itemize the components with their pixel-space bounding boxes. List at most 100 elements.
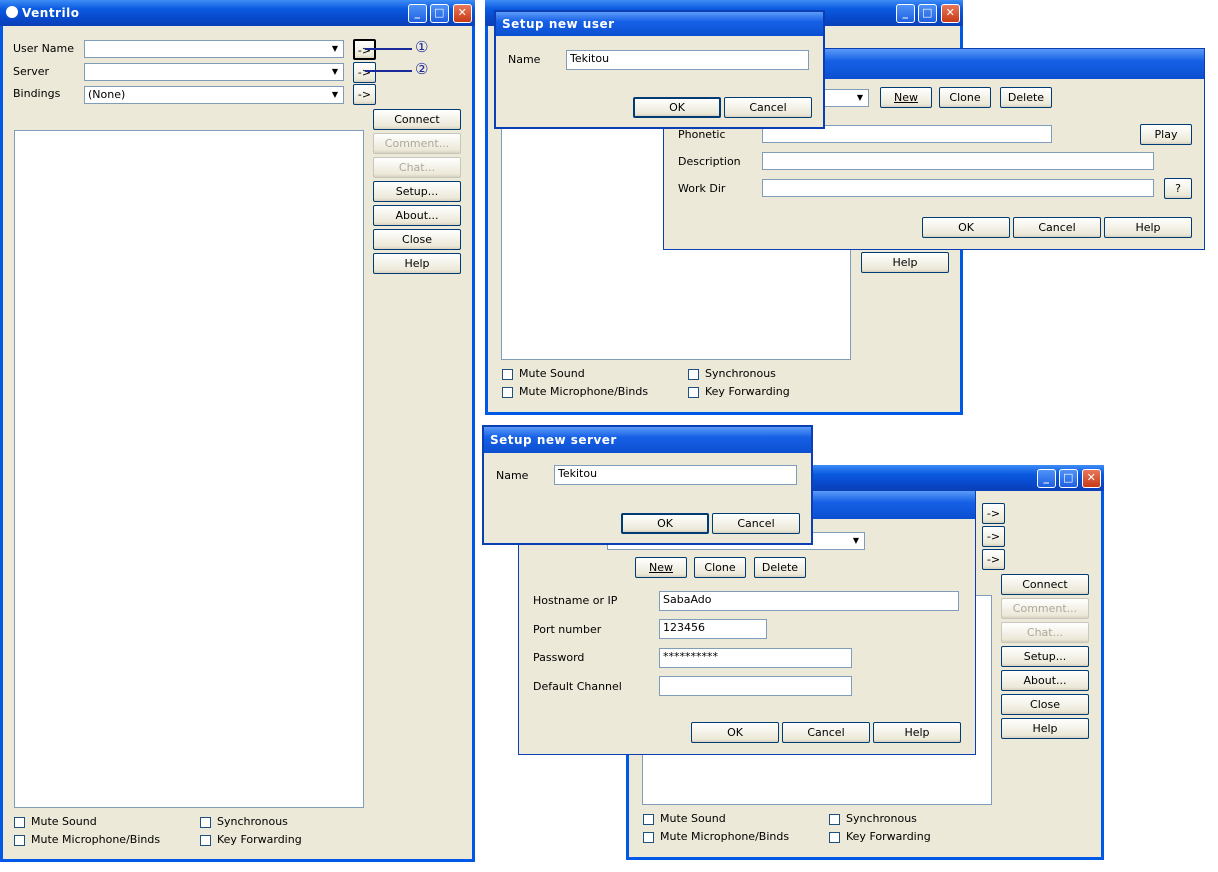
close-button[interactable]: Close	[373, 229, 461, 250]
delete-button[interactable]: Delete	[1000, 87, 1052, 108]
setup-new-user-dialog: Setup new user Name Tekitou OK Cancel	[494, 10, 825, 129]
server-combo[interactable]: ▼	[84, 63, 344, 81]
chevron-down-icon[interactable]: ▼	[328, 88, 342, 102]
mute-mic-checkbox[interactable]	[502, 387, 513, 398]
chevron-down-icon[interactable]: ▼	[328, 42, 342, 56]
about-button[interactable]: About...	[1001, 670, 1089, 691]
work-dir-field[interactable]	[762, 179, 1154, 197]
synchronous-checkbox[interactable]	[200, 817, 211, 828]
connect-button[interactable]: Connect	[1001, 574, 1089, 595]
annotation-line-2	[365, 70, 412, 72]
mute-mic-checkbox[interactable]	[14, 835, 25, 846]
description-label: Description	[678, 155, 741, 168]
new-button[interactable]: New	[635, 557, 687, 578]
mute-mic-label: Mute Microphone/Binds	[31, 833, 161, 846]
key-forwarding-checkbox[interactable]	[829, 832, 840, 843]
help-button[interactable]: Help	[873, 722, 961, 743]
help-button[interactable]: Help	[1104, 217, 1192, 238]
server-setup-button[interactable]: ->	[353, 62, 376, 83]
mute-sound-label: Mute Sound	[519, 367, 585, 380]
play-button[interactable]: Play	[1140, 124, 1192, 145]
key-forwarding-checkbox[interactable]	[200, 835, 211, 846]
cancel-button[interactable]: Cancel	[782, 722, 870, 743]
mute-sound-checkbox[interactable]	[643, 814, 654, 825]
phonetic-label: Phonetic	[678, 128, 726, 141]
synchronous-checkbox[interactable]	[688, 369, 699, 380]
close-window-button[interactable]: ✕	[453, 4, 472, 23]
ok-button[interactable]: OK	[691, 722, 779, 743]
chevron-down-icon[interactable]: ▼	[853, 91, 867, 105]
dialog-title: Setup new server	[490, 433, 617, 447]
chevron-down-icon[interactable]: ▼	[849, 534, 863, 548]
maximize-button[interactable]: □	[918, 4, 937, 23]
chevron-down-icon[interactable]: ▼	[328, 65, 342, 79]
mute-mic-checkbox[interactable]	[643, 832, 654, 843]
connect-button[interactable]: Connect	[373, 109, 461, 130]
channel-list[interactable]	[14, 130, 364, 808]
clone-button[interactable]: Clone	[694, 557, 746, 578]
bindings-label: Bindings	[13, 87, 61, 100]
description-field[interactable]	[762, 152, 1154, 170]
key-forwarding-label: Key Forwarding	[217, 833, 302, 846]
maximize-button[interactable]: □	[430, 4, 449, 23]
new-button[interactable]: New	[880, 87, 932, 108]
help-button[interactable]: Help	[1001, 718, 1089, 739]
mute-sound-checkbox[interactable]	[14, 817, 25, 828]
minimize-button[interactable]: _	[896, 4, 915, 23]
server-setup-button[interactable]: ->	[982, 526, 1005, 547]
bindings-combo[interactable]: (None) ▼	[84, 86, 344, 104]
default-channel-field[interactable]	[659, 676, 852, 696]
setup-button[interactable]: Setup...	[373, 181, 461, 202]
cancel-button[interactable]: Cancel	[1013, 217, 1101, 238]
cancel-button[interactable]: Cancel	[724, 97, 812, 118]
title-bar[interactable]: Setup new server	[484, 427, 811, 453]
work-dir-label: Work Dir	[678, 182, 726, 195]
setup-button[interactable]: Setup...	[1001, 646, 1089, 667]
comment-button[interactable]: Comment...	[1001, 598, 1089, 619]
clone-button[interactable]: Clone	[939, 87, 991, 108]
browse-button[interactable]: ?	[1164, 178, 1192, 199]
maximize-button[interactable]: □	[1059, 469, 1078, 488]
chat-button[interactable]: Chat...	[373, 157, 461, 178]
synchronous-label: Synchronous	[705, 367, 776, 380]
title-bar[interactable]: Setup new user	[496, 12, 823, 36]
server-label: Server	[13, 65, 50, 78]
ok-button[interactable]: OK	[922, 217, 1010, 238]
bindings-setup-button[interactable]: ->	[353, 84, 376, 105]
mute-sound-checkbox[interactable]	[502, 369, 513, 380]
close-window-button[interactable]: ✕	[1082, 469, 1101, 488]
hostname-field[interactable]: SabaAdo	[659, 591, 959, 611]
delete-button[interactable]: Delete	[754, 557, 806, 578]
port-label: Port number	[533, 623, 602, 636]
help-button[interactable]: Help	[373, 253, 461, 274]
hostname-label: Hostname or IP	[533, 594, 618, 607]
key-forwarding-checkbox[interactable]	[688, 387, 699, 398]
title-bar[interactable]: Ventrilo _ □ ✕	[0, 0, 475, 26]
minimize-button[interactable]: _	[1037, 469, 1056, 488]
user-name-combo[interactable]: ▼	[84, 40, 344, 58]
default-channel-label: Default Channel	[533, 680, 622, 693]
password-field[interactable]: **********	[659, 648, 852, 668]
close-button[interactable]: Close	[1001, 694, 1089, 715]
comment-button[interactable]: Comment...	[373, 133, 461, 154]
password-label: Password	[533, 651, 585, 664]
bindings-value: (None)	[88, 88, 126, 101]
name-field[interactable]: Tekitou	[566, 50, 809, 70]
synchronous-checkbox[interactable]	[829, 814, 840, 825]
ok-button[interactable]: OK	[633, 97, 721, 118]
setup-new-server-dialog: Setup new server Name Tekitou OK Cancel	[482, 425, 813, 545]
synchronous-label: Synchronous	[846, 812, 917, 825]
help-button[interactable]: Help	[861, 252, 949, 273]
chat-button[interactable]: Chat...	[1001, 622, 1089, 643]
port-field[interactable]: 123456	[659, 619, 767, 639]
mute-sound-label: Mute Sound	[660, 812, 726, 825]
name-field[interactable]: Tekitou	[554, 465, 797, 485]
bindings-setup-button[interactable]: ->	[982, 549, 1005, 570]
close-window-button[interactable]: ✕	[941, 4, 960, 23]
window-title: Ventrilo	[22, 6, 80, 20]
user-name-setup-button[interactable]: ->	[982, 503, 1005, 524]
about-button[interactable]: About...	[373, 205, 461, 226]
minimize-button[interactable]: _	[408, 4, 427, 23]
cancel-button[interactable]: Cancel	[712, 513, 800, 534]
ok-button[interactable]: OK	[621, 513, 709, 534]
